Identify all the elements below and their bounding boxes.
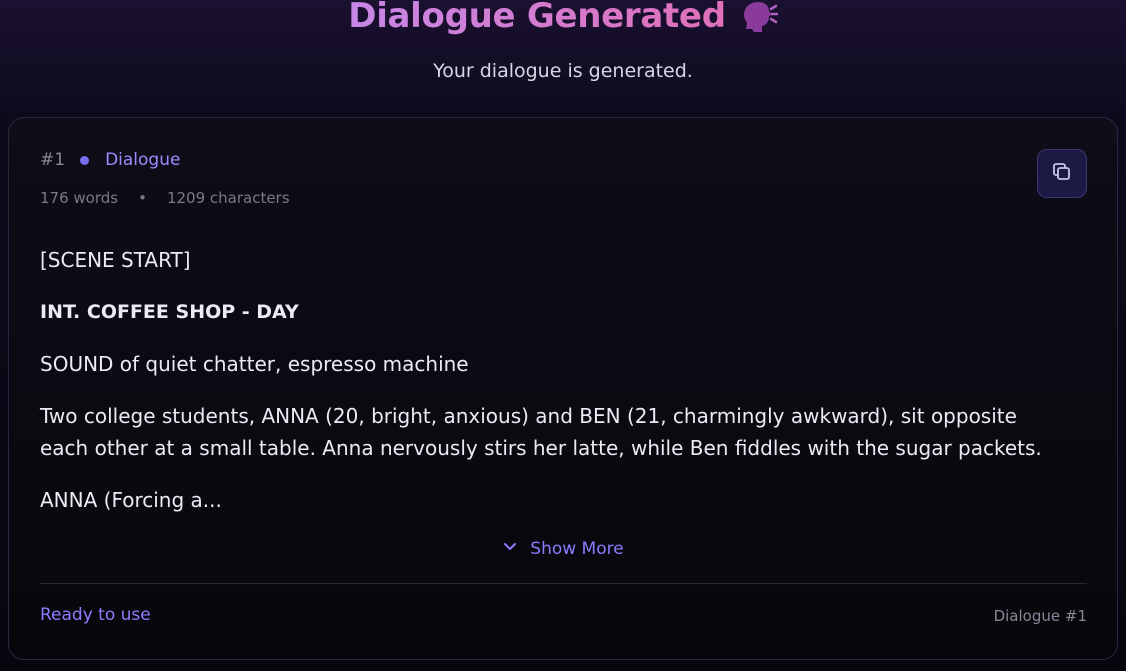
copy-button[interactable] xyxy=(1037,149,1087,198)
stats-separator: • xyxy=(138,189,147,207)
speaking-head-icon xyxy=(738,0,778,36)
content-line: SOUND of quiet chatter, espresso machine xyxy=(40,352,469,376)
chevron-down-icon xyxy=(502,538,518,559)
dialogue-number: #1 xyxy=(40,150,66,170)
ready-status: Ready to use xyxy=(40,605,151,625)
dialogue-type-label: Dialogue xyxy=(105,150,181,170)
char-count: 1209 characters xyxy=(166,189,290,207)
page-subtitle: Your dialogue is generated. xyxy=(433,60,693,82)
show-more-label: Show More xyxy=(530,538,624,559)
title-row: Dialogue Generated xyxy=(0,0,1126,36)
card-divider xyxy=(40,583,1087,584)
status-dot xyxy=(80,155,90,165)
dialogue-card: #1 Dialogue 176 words • 1209 characters … xyxy=(8,117,1118,660)
content-line: Two college students, ANNA (20, bright, … xyxy=(40,404,1042,460)
page-title: Dialogue Generated xyxy=(348,0,726,36)
content-line: ANNA (Forcing a... xyxy=(40,488,222,512)
card-stats: 176 words • 1209 characters xyxy=(40,189,290,207)
content-line: [SCENE START] xyxy=(40,248,191,272)
copy-icon xyxy=(1051,161,1073,187)
dialogue-footer-label: Dialogue #1 xyxy=(993,607,1087,625)
show-more-button[interactable]: Show More xyxy=(9,538,1117,559)
word-count: 176 words xyxy=(40,189,119,207)
scene-heading: INT. COFFEE SHOP - DAY xyxy=(40,301,299,323)
page-header: Dialogue Generated Your dialogue is gene… xyxy=(0,0,1126,117)
dialogue-content: [SCENE START] INT. COFFEE SHOP - DAY SOU… xyxy=(40,244,1057,536)
card-meta: #1 Dialogue xyxy=(40,150,180,170)
